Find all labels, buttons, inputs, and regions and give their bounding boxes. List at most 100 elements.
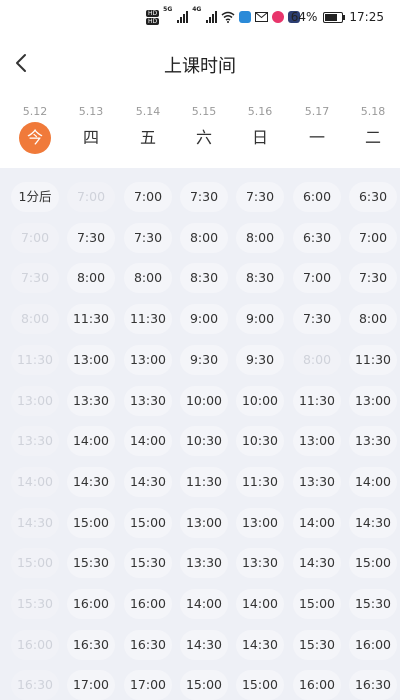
time-slot[interactable]: 8:00 xyxy=(124,263,172,294)
time-slot[interactable]: 7:30 xyxy=(293,304,341,335)
time-slot[interactable]: 8:00 xyxy=(349,304,397,335)
time-slot[interactable]: 15:00 xyxy=(67,507,115,538)
time-slot[interactable]: 15:00 xyxy=(236,670,284,700)
time-slot[interactable]: 11:30 xyxy=(349,344,397,375)
time-slot[interactable]: 13:30 xyxy=(293,466,341,497)
time-slot[interactable]: 15:30 xyxy=(293,629,341,660)
time-slot[interactable]: 14:00 xyxy=(124,426,172,457)
time-slot: 11:30 xyxy=(11,344,59,375)
time-slot: 13:00 xyxy=(11,385,59,416)
time-slot[interactable]: 8:00 xyxy=(236,222,284,253)
time-slot[interactable]: 13:30 xyxy=(67,385,115,416)
weekday-label: 一 xyxy=(308,128,325,147)
time-slot[interactable]: 14:00 xyxy=(236,589,284,619)
time-slot[interactable]: 15:30 xyxy=(67,548,115,579)
date-tab-5.18[interactable]: 5.18 二 xyxy=(353,104,393,154)
time-slot[interactable]: 13:30 xyxy=(180,548,228,579)
weekday-label: 二 xyxy=(364,128,381,147)
date-label: 5.12 xyxy=(22,105,48,118)
time-slot[interactable]: 15:30 xyxy=(124,548,172,579)
time-slot[interactable]: 16:30 xyxy=(67,629,115,660)
date-tab-5.17[interactable]: 5.17 一 xyxy=(297,104,337,154)
time-slot[interactable]: 16:00 xyxy=(293,670,341,700)
time-slot[interactable]: 14:30 xyxy=(67,466,115,497)
time-slot[interactable]: 13:30 xyxy=(349,426,397,457)
time-slot[interactable]: 7:30 xyxy=(124,222,172,253)
time-slot[interactable]: 6:30 xyxy=(349,182,397,212)
time-slot[interactable]: 14:00 xyxy=(293,507,341,538)
page-title: 上课时间 xyxy=(164,56,236,77)
date-label: 5.18 xyxy=(360,105,386,118)
time-slot[interactable]: 15:00 xyxy=(293,589,341,619)
time-slot[interactable]: 14:00 xyxy=(349,466,397,497)
date-label: 5.17 xyxy=(304,105,330,118)
time-slot[interactable]: 7:30 xyxy=(236,182,284,212)
time-slot[interactable]: 16:00 xyxy=(124,589,172,619)
time-slot[interactable]: 9:30 xyxy=(236,344,284,375)
time-slot[interactable]: 6:00 xyxy=(293,182,341,212)
time-slot[interactable]: 9:00 xyxy=(180,304,228,335)
time-slot[interactable]: 14:30 xyxy=(124,466,172,497)
time-slot[interactable]: 10:00 xyxy=(180,385,228,416)
time-slot[interactable]: 7:00 xyxy=(124,182,172,212)
time-slot[interactable]: 11:30 xyxy=(67,304,115,335)
time-slot[interactable]: 13:30 xyxy=(124,385,172,416)
time-slot[interactable]: 8:30 xyxy=(236,263,284,294)
time-slot[interactable]: 14:30 xyxy=(236,629,284,660)
status-bar: HD HD 5G 4G 64% 17:25 xyxy=(0,0,400,36)
time-slot[interactable]: 7:00 xyxy=(293,263,341,294)
app-notification-icon-2 xyxy=(272,11,285,23)
app-notification-icon xyxy=(239,11,252,23)
date-tab-5.12[interactable]: 5.12 今 xyxy=(15,104,55,154)
time-slot[interactable]: 13:00 xyxy=(67,344,115,375)
time-slot[interactable]: 10:00 xyxy=(236,385,284,416)
time-slot: 8:00 xyxy=(293,344,341,375)
time-slot[interactable]: 6:30 xyxy=(293,222,341,253)
time-slot[interactable]: 7:30 xyxy=(180,182,228,212)
time-slot[interactable]: 8:00 xyxy=(180,222,228,253)
time-slot[interactable]: 13:30 xyxy=(236,548,284,579)
time-slot[interactable]: 16:30 xyxy=(124,629,172,660)
date-tab-5.13[interactable]: 5.13 四 xyxy=(71,104,111,154)
time-slot[interactable]: 14:30 xyxy=(180,629,228,660)
time-slot[interactable]: 14:30 xyxy=(293,548,341,579)
time-slot: 16:00 xyxy=(11,629,59,660)
time-slot[interactable]: 7:00 xyxy=(349,222,397,253)
time-slot[interactable]: 11:30 xyxy=(236,466,284,497)
time-slot[interactable]: 10:30 xyxy=(180,426,228,457)
date-label: 5.15 xyxy=(191,105,217,118)
time-slot[interactable]: 13:00 xyxy=(124,344,172,375)
time-slot[interactable]: 13:00 xyxy=(236,507,284,538)
time-slot[interactable]: 16:00 xyxy=(67,589,115,619)
time-slot[interactable]: 15:30 xyxy=(349,589,397,619)
time-slot[interactable]: 11:30 xyxy=(293,385,341,416)
time-slot[interactable]: 15:00 xyxy=(349,548,397,579)
date-tab-5.16[interactable]: 5.16 日 xyxy=(240,104,280,154)
time-slot[interactable]: 14:00 xyxy=(180,589,228,619)
time-slot[interactable]: 8:30 xyxy=(180,263,228,294)
time-slot[interactable]: 13:00 xyxy=(349,385,397,416)
date-tab-5.15[interactable]: 5.15 六 xyxy=(184,104,224,154)
date-tab-5.14[interactable]: 5.14 五 xyxy=(128,104,168,154)
time-slot[interactable]: 15:00 xyxy=(124,507,172,538)
time-slot[interactable]: 7:30 xyxy=(67,222,115,253)
time-slot[interactable]: 17:00 xyxy=(67,670,115,700)
time-slot[interactable]: 14:30 xyxy=(349,507,397,538)
time-slot[interactable]: 1分后 xyxy=(11,182,59,212)
time-slot[interactable]: 15:00 xyxy=(180,670,228,700)
time-slot[interactable]: 13:00 xyxy=(180,507,228,538)
status-right: 64% 17:25 xyxy=(291,10,384,24)
time-slot[interactable]: 10:30 xyxy=(236,426,284,457)
time-slot[interactable]: 8:00 xyxy=(67,263,115,294)
time-slot[interactable]: 11:30 xyxy=(180,466,228,497)
time-slot[interactable]: 13:00 xyxy=(293,426,341,457)
time-slot[interactable]: 11:30 xyxy=(124,304,172,335)
time-slot[interactable]: 7:30 xyxy=(349,263,397,294)
time-slot[interactable]: 16:30 xyxy=(349,670,397,700)
time-slot: 7:00 xyxy=(67,182,115,212)
time-slot[interactable]: 17:00 xyxy=(124,670,172,700)
time-slot[interactable]: 14:00 xyxy=(67,426,115,457)
time-slot[interactable]: 9:30 xyxy=(180,344,228,375)
time-slot[interactable]: 9:00 xyxy=(236,304,284,335)
time-slot[interactable]: 16:00 xyxy=(349,629,397,660)
